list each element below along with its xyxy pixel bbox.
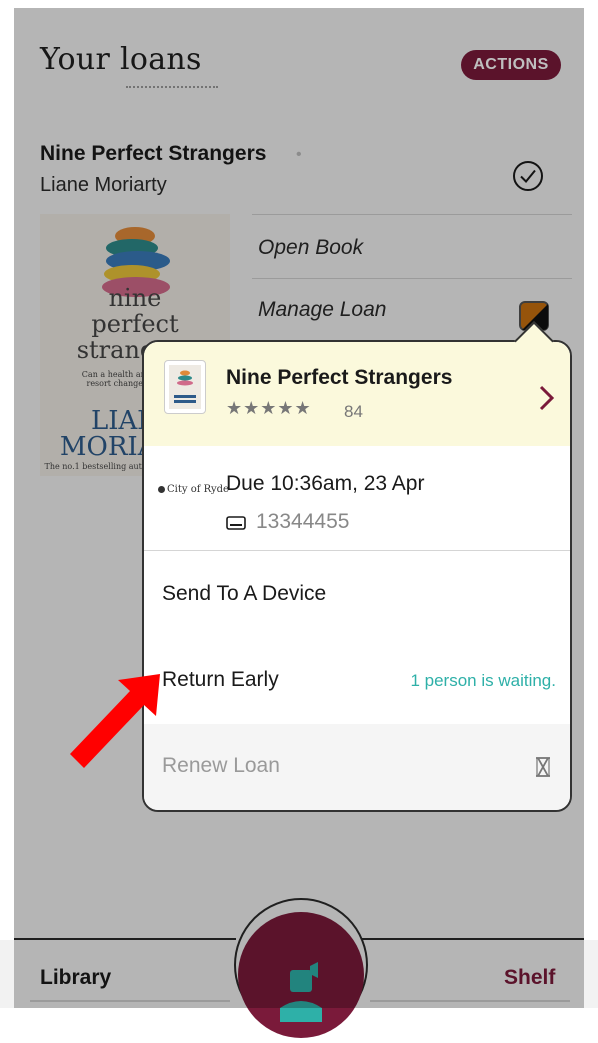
tab-shelf[interactable]: Shelf [504,966,555,990]
return-early-label: Return Early [162,668,279,691]
book-reader-fab[interactable] [238,912,364,1038]
popup-book-title: Nine Perfect Strangers [226,366,453,389]
book-thumbnail-image [169,365,201,409]
rating-count: 84 [344,402,363,421]
library-logo-dot [158,486,165,493]
hourglass-icon [536,757,550,777]
tab-library-underline [30,1000,230,1002]
title-separator-dot: • [296,146,302,163]
nav-border-left [14,938,236,940]
annotation-arrow [70,674,160,768]
manage-loan-popup: Nine Perfect Strangers ★★★★★ 84 City of … [142,340,572,812]
cover-title-line2: perfect [91,310,179,338]
check-circle-icon[interactable] [512,160,544,192]
holds-waiting-notice: 1 person is waiting. [410,671,556,690]
library-card-number: 13344455 [256,510,350,533]
loan-book-author[interactable]: Liane Moriarty [40,174,167,197]
actions-button[interactable]: ACTIONS [461,50,561,80]
popup-book-header[interactable]: Nine Perfect Strangers ★★★★★ 84 [144,342,570,447]
loan-details-section: City of Ryde Due 10:36am, 23 Apr 1334445… [144,446,570,553]
chevron-right-icon[interactable] [536,384,556,412]
renew-loan-option[interactable]: Renew Loan [144,724,570,810]
due-date: Due 10:36am, 23 Apr [226,472,425,495]
book-reader-icon [280,962,322,1022]
nav-border-right [362,938,584,940]
open-book-link[interactable]: Open Book [258,236,363,260]
manage-loan-link[interactable]: Manage Loan [258,298,386,322]
rating-stars: ★★★★★ [226,398,312,418]
tab-shelf-underline [370,1000,570,1002]
renew-loan-label: Renew Loan [162,754,280,777]
return-early-option[interactable]: Return Early 1 person is waiting. [144,638,570,725]
loan-book-title[interactable]: Nine Perfect Strangers [40,142,266,166]
menu-divider [252,278,572,279]
page-title: Your loans [40,42,202,77]
tab-library[interactable]: Library [40,966,111,990]
send-to-device-label: Send To A Device [162,582,327,605]
library-logo-text: City of Ryde [167,484,229,495]
cover-title-line1: nine [108,284,162,312]
library-logo: City of Ryde [158,484,229,495]
title-underline [126,86,218,88]
send-to-device-option[interactable]: Send To A Device [144,552,570,639]
popup-book-thumbnail [164,360,206,414]
menu-divider [252,214,572,215]
library-card-icon [226,516,246,530]
